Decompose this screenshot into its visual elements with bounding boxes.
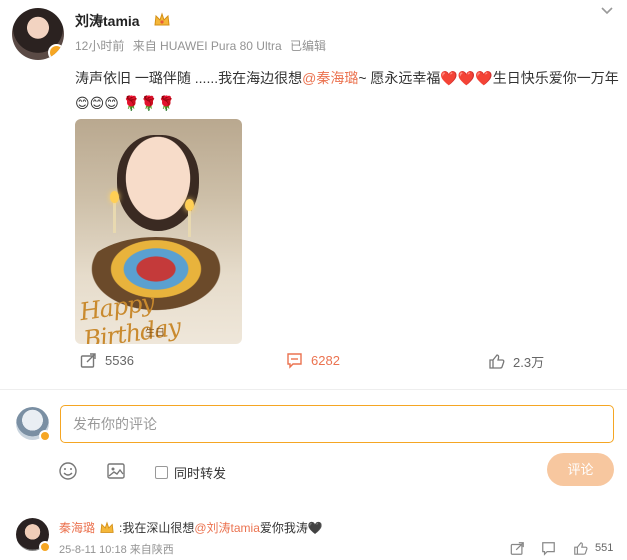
post-text-lead: 涛声依旧 一璐伴随 ......我在海边很想 <box>75 70 303 86</box>
share-icon <box>80 353 96 368</box>
author-name[interactable]: 刘涛tamia <box>75 11 140 31</box>
verified-badge-icon <box>48 44 64 60</box>
mention-link[interactable]: @秦海璐 <box>302 70 358 86</box>
candle-flame <box>110 191 119 203</box>
post-image[interactable]: Happy Birthday 生日 <box>75 119 242 344</box>
verified-badge-icon <box>39 541 51 553</box>
post-text-mid: ~ 愿永远幸福 <box>358 70 441 86</box>
comment-text-lead: :我在深山很想 <box>119 521 195 535</box>
post-time[interactable]: 12小时前 <box>75 39 124 53</box>
like-button[interactable]: 2.3万 <box>488 352 544 371</box>
comment-icon <box>287 353 302 369</box>
current-user-avatar[interactable] <box>16 407 51 442</box>
post-body: 涛声依旧 一璐伴随 ......我在海边很想@秦海璐~ 愿永远幸福❤️❤️❤️生… <box>75 66 620 116</box>
chevron-down-icon[interactable] <box>600 4 614 18</box>
divider <box>0 389 627 390</box>
candle <box>113 201 116 233</box>
comment-input[interactable]: 发布你的评论 <box>60 405 614 443</box>
crown-badge-icon <box>154 12 170 26</box>
comment-date: 25-8-11 10:18 <box>59 544 127 556</box>
share-button[interactable]: 5536 <box>80 352 134 369</box>
submit-comment-button[interactable]: 评论 <box>547 453 614 486</box>
emoji-icon[interactable] <box>58 461 78 481</box>
hearts-emoji: ❤️❤️❤️ <box>440 70 493 86</box>
comment-placeholder: 发布你的评论 <box>73 416 157 432</box>
post-source: 来自 HUAWEI Pura 80 Ultra <box>132 39 282 53</box>
repost-checkbox[interactable]: 同时转发 <box>155 463 226 482</box>
comment-button[interactable]: 6282 <box>286 352 340 369</box>
comment-location: 来自陕西 <box>129 544 174 556</box>
commenter-avatar[interactable] <box>16 518 51 553</box>
edited-label[interactable]: 已编辑 <box>290 39 326 53</box>
comment-text-tail: 爱你我涛🖤 <box>259 521 323 535</box>
crown-badge-icon <box>100 520 114 533</box>
checkbox-box[interactable] <box>155 466 168 479</box>
candle <box>188 209 191 237</box>
repost-label: 同时转发 <box>174 466 227 481</box>
comment-content: 秦海璐 :我在深山很想 @刘涛tamia 爱你我涛🖤 <box>59 519 323 536</box>
emoji-tail: 😊😊😊 🌹🌹🌹 <box>75 95 175 111</box>
candle-flame <box>185 199 194 211</box>
comment-icon[interactable] <box>541 541 556 556</box>
thumbs-up-icon[interactable] <box>573 541 588 556</box>
verified-badge-icon <box>39 430 51 442</box>
commenter-name[interactable]: 秦海璐 <box>59 519 95 536</box>
thumbs-up-icon <box>489 354 505 369</box>
image-upload-icon[interactable] <box>106 461 126 481</box>
post-text-tail: 生日快乐爱你一万年 <box>492 70 619 86</box>
author-avatar[interactable] <box>12 8 64 60</box>
like-count: 2.3万 <box>513 355 545 370</box>
image-signature: 生日 <box>145 328 165 339</box>
comment-count: 6282 <box>311 353 340 368</box>
comment-mention-link[interactable]: @刘涛tamia <box>194 519 260 536</box>
comment-like-count: 551 <box>595 542 614 554</box>
share-icon[interactable] <box>510 541 525 556</box>
portrait-face <box>117 135 199 231</box>
share-count: 5536 <box>105 353 134 368</box>
post-meta: 12小时前 来自 HUAWEI Pura 80 Ultra 已编辑 <box>75 37 331 54</box>
action-bar: 5536 6282 2.3万 <box>0 352 627 376</box>
comment-meta: 25-8-11 10:18 来自陕西 <box>59 541 174 557</box>
